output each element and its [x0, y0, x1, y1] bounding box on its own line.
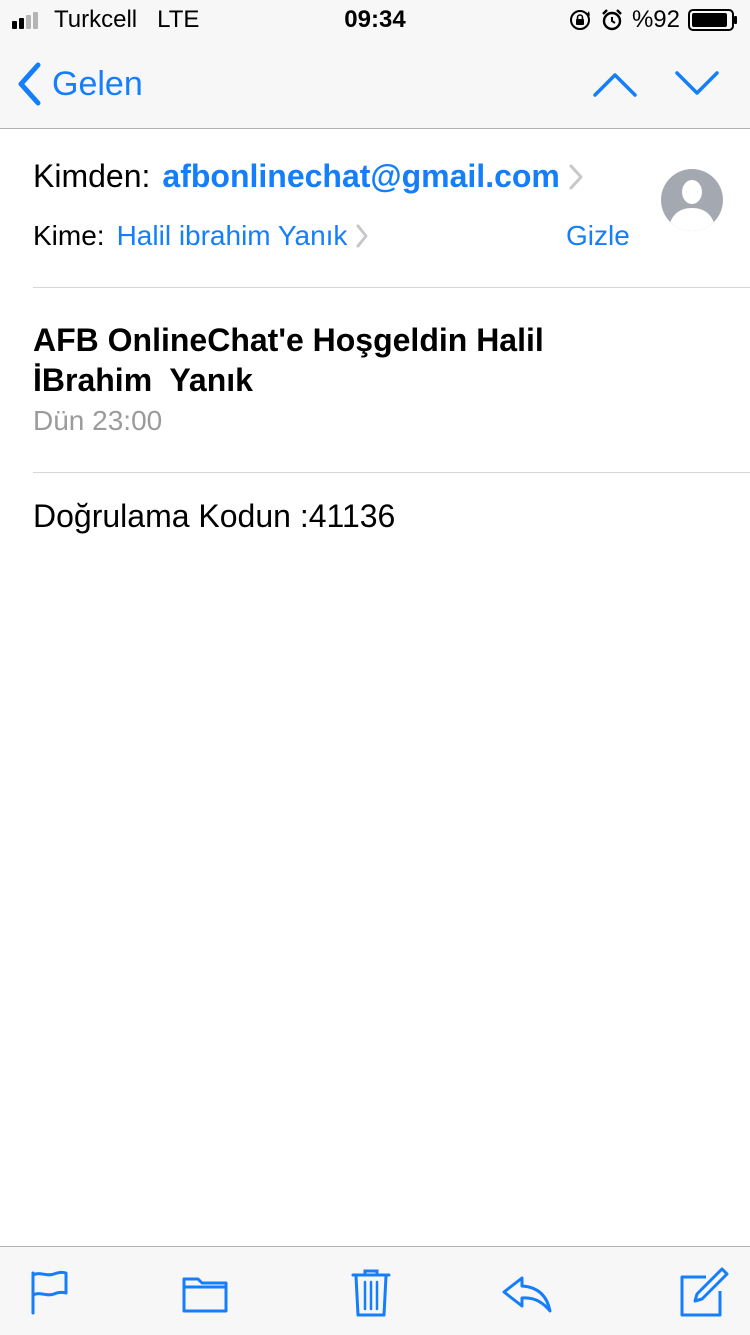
recipient-name[interactable]: Halil ibrahim Yanık — [117, 220, 348, 252]
divider — [33, 287, 750, 288]
subject-line-1: AFB OnlineChat'e Hoşgeldin Halil — [33, 322, 544, 358]
chevron-left-icon — [18, 62, 41, 106]
battery-icon — [688, 9, 737, 31]
chevron-up-icon[interactable] — [590, 62, 640, 106]
back-button[interactable]: Gelen — [16, 62, 143, 106]
subject-line-2: İBrahim Yanık — [33, 362, 253, 398]
chevron-right-icon — [356, 224, 368, 248]
message-date: Dün 23:00 — [33, 405, 163, 436]
rotation-lock-icon — [569, 10, 590, 30]
message-subject: AFB OnlineChat'e Hoşgeldin Halil İBrahim… — [33, 320, 633, 400]
battery-percent: %92 — [631, 6, 680, 33]
to-row: Kime: Halil ibrahim Yanık — [33, 220, 369, 252]
message-body: Doğrulama Kodun :41136 — [33, 498, 396, 534]
back-label: Gelen — [52, 64, 143, 103]
compose-icon[interactable] — [676, 1265, 730, 1319]
chevron-right-icon — [569, 164, 583, 189]
message-header: Kimden: afbonlinechat@gmail.com Kime: Ha… — [0, 128, 750, 288]
from-row: Kimden: afbonlinechat@gmail.com — [33, 158, 584, 195]
to-label: Kime: — [33, 220, 105, 251]
status-right-group: %92 — [568, 6, 738, 34]
reply-icon[interactable] — [500, 1265, 554, 1319]
sender-address[interactable]: afbonlinechat@gmail.com — [162, 158, 559, 195]
avatar[interactable] — [660, 168, 724, 232]
bottom-toolbar — [0, 1246, 750, 1335]
chevron-down-icon[interactable] — [672, 62, 722, 106]
status-bar: Turkcell LTE 09:34 %92 — [0, 0, 750, 40]
trash-icon[interactable] — [344, 1265, 398, 1319]
folder-icon[interactable] — [178, 1265, 232, 1319]
alarm-icon — [602, 9, 622, 31]
divider — [33, 472, 750, 473]
flag-icon[interactable] — [22, 1265, 76, 1319]
hide-details-link[interactable]: Gizle — [566, 220, 630, 252]
nav-bar: Gelen — [0, 40, 750, 129]
from-label: Kimden: — [33, 158, 151, 194]
